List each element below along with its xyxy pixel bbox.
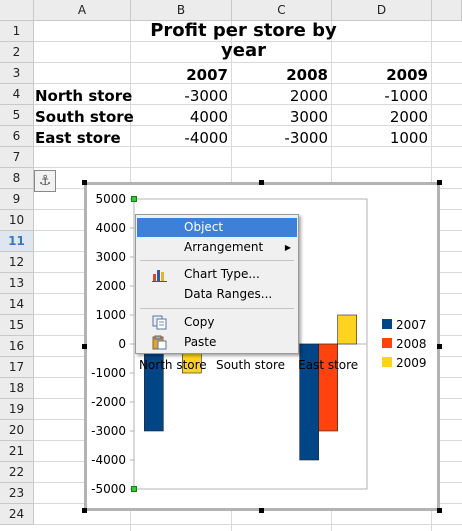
- y-tick-label: -3000: [91, 424, 126, 438]
- y-tick-label: -1000: [91, 366, 126, 380]
- axis-selection-handle[interactable]: [131, 486, 137, 492]
- context-menu: Object Properties... Arrangement ▶ Chart…: [135, 214, 299, 354]
- menu-item-copy[interactable]: Copy: [137, 313, 297, 332]
- x-category-label: South store: [216, 358, 285, 372]
- x-category-label: North store: [139, 358, 207, 372]
- legend-label: 2009: [396, 356, 427, 370]
- y-tick-label: 5000: [95, 192, 126, 206]
- legend-swatch: [382, 319, 392, 329]
- menu-item-label: Arrangement: [184, 240, 264, 254]
- y-tick-label: 2000: [95, 279, 126, 293]
- y-tick-label: 0: [118, 337, 126, 351]
- bar-2009-2[interactable]: [337, 314, 357, 345]
- menu-item-data-ranges[interactable]: Data Ranges...: [137, 285, 297, 304]
- y-tick-label: 3000: [95, 250, 126, 264]
- legend-label: 2007: [396, 318, 427, 332]
- chart-icon: [152, 267, 168, 282]
- legend-label: 2008: [396, 337, 427, 351]
- copy-icon: [152, 315, 168, 330]
- menu-item-label: Copy: [184, 315, 215, 329]
- menu-item-label: Paste: [184, 335, 217, 349]
- spreadsheet-grid[interactable]: A B C D 1 2 3 4 5 6 7 8 9 10 11 12 13 14 15 16 17 18 19 20 2…: [0, 0, 462, 531]
- legend-swatch: [382, 338, 392, 348]
- y-tick-label: -4000: [91, 453, 126, 467]
- y-tick-label: 4000: [95, 221, 126, 235]
- menu-item-chart-type[interactable]: Chart Type...: [137, 265, 297, 284]
- axis-selection-handle[interactable]: [131, 196, 137, 202]
- menu-item-arrangement[interactable]: Arrangement ▶: [137, 238, 297, 257]
- menu-item-object-properties[interactable]: Object Properties...: [137, 218, 297, 253]
- menu-item-paste[interactable]: Paste: [137, 333, 297, 352]
- legend-swatch: [382, 357, 392, 367]
- y-tick-label: -2000: [91, 395, 126, 409]
- x-category-label: East store: [298, 358, 358, 372]
- menu-item-label: Data Ranges...: [184, 287, 273, 301]
- menu-item-label: Chart Type...: [184, 267, 260, 281]
- paste-icon: [152, 335, 168, 350]
- y-tick-label: -5000: [91, 482, 126, 496]
- menu-separator: [140, 260, 294, 261]
- menu-separator: [140, 308, 294, 309]
- submenu-arrow-icon: ▶: [284, 243, 291, 252]
- y-tick-label: 1000: [95, 308, 126, 322]
